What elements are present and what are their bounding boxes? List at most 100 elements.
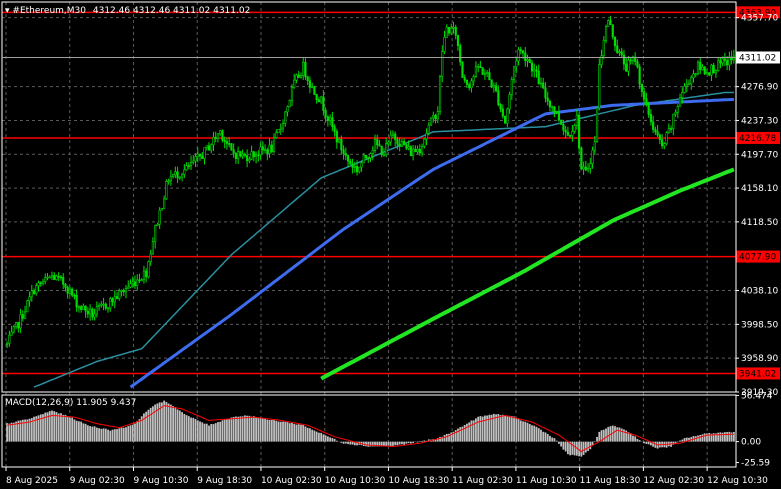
macd-histogram-bar — [104, 428, 107, 442]
candle-body — [645, 98, 648, 104]
candle-body — [243, 153, 246, 156]
candle-body — [160, 208, 163, 211]
candle-body — [530, 62, 534, 72]
candle-body — [544, 87, 547, 99]
horizontal-levels[interactable]: 4363.904216.784077.903941.02 — [2, 6, 780, 380]
candle-body — [429, 117, 433, 126]
macd-histogram-bar — [580, 441, 583, 457]
candle-body — [124, 288, 128, 293]
candle-body — [19, 314, 22, 329]
macd-histogram-bar — [593, 441, 596, 442]
candle-body — [638, 66, 641, 85]
macd-label: MACD(12,26,9) 11.905 9.437 — [5, 398, 136, 408]
candle-body — [286, 106, 289, 113]
macd-tick-label: -25.59 — [741, 459, 770, 469]
macd-histogram-bar — [199, 421, 201, 442]
candle-body — [311, 86, 314, 88]
x-tick-label: 9 Aug 02:30 — [70, 476, 125, 486]
macd-histogram-bar — [369, 441, 372, 447]
macd-histogram-bar — [196, 420, 199, 442]
candle-body — [91, 308, 94, 318]
candle-body — [284, 111, 287, 124]
candle-body — [17, 322, 20, 329]
candle-body — [474, 66, 478, 77]
candle-body — [548, 100, 552, 108]
candle-body — [41, 281, 45, 284]
axes: 4357.70 4276.90 4237.30 4197.70 4158.10 4118.… — [1, 1, 780, 486]
candle-body — [454, 26, 457, 36]
macd-histogram-bar — [313, 430, 316, 442]
candle-body — [607, 20, 610, 27]
candle-body — [59, 276, 63, 279]
macd-histogram-bar — [515, 417, 518, 442]
candle-body — [109, 298, 112, 309]
macd-histogram-bar — [383, 441, 385, 446]
candle-body — [68, 288, 72, 294]
macd-histogram-bar — [120, 427, 123, 442]
macd-histogram-bar — [553, 438, 556, 442]
candle-body — [687, 83, 691, 86]
price-tick-label: 4118.50 — [741, 218, 778, 228]
candle-body — [432, 115, 435, 119]
macd-histogram-bar — [100, 428, 103, 442]
price-tick-label: 4237.30 — [741, 116, 778, 126]
candle-body — [703, 66, 706, 75]
candle-body — [317, 99, 320, 103]
x-tick-label: 11 Aug 10:30 — [516, 476, 577, 486]
macd-histogram-bar — [537, 428, 540, 442]
macd-histogram-bar — [98, 428, 100, 442]
macd-histogram-bar — [726, 432, 729, 442]
macd-histogram-bar — [268, 420, 271, 442]
macd-histogram-bar — [423, 440, 426, 442]
candle-body — [62, 277, 65, 285]
macd-histogram-bar — [405, 441, 408, 444]
candle-body — [385, 143, 388, 156]
candle-body — [667, 128, 670, 133]
candle-body — [131, 281, 134, 285]
macd-histogram-bar — [522, 421, 524, 442]
macd-histogram-bar — [409, 441, 412, 444]
macd-histogram-bar — [203, 423, 206, 442]
macd-histogram-bar — [418, 441, 421, 442]
candle-body — [447, 26, 451, 34]
candle-body — [683, 85, 686, 93]
candle-body — [721, 58, 724, 64]
candle-body — [499, 104, 502, 110]
candle-body — [205, 145, 208, 148]
candle-body — [562, 124, 565, 131]
macd-histogram-bar — [145, 411, 148, 442]
candle-body — [717, 60, 720, 72]
candle-body — [106, 307, 110, 310]
candle-body — [46, 276, 49, 279]
candle-body — [643, 91, 646, 99]
macd-histogram-bar — [259, 418, 262, 442]
candle-body — [315, 93, 318, 101]
candle-body — [55, 275, 58, 280]
macd-histogram-bar — [349, 441, 352, 445]
candle-body — [118, 290, 121, 299]
candle-body — [266, 149, 269, 154]
candle-body — [425, 133, 428, 140]
macd-histogram-bar — [214, 423, 217, 442]
candle-body — [501, 108, 504, 117]
macd-histogram-bar — [201, 422, 204, 442]
candle-body — [136, 279, 139, 286]
candle-body — [187, 165, 190, 167]
candle-body — [560, 119, 563, 125]
candle-body — [573, 125, 576, 132]
macd-histogram-bar — [320, 432, 323, 442]
macd-histogram-bar — [703, 433, 706, 442]
macd-histogram-bar — [250, 416, 253, 442]
macd-histogram-bar — [457, 428, 459, 442]
macd-histogram-bar — [78, 421, 80, 442]
macd-histogram-bar — [286, 422, 289, 442]
candle-body — [225, 141, 229, 144]
macd-histogram-bar — [277, 421, 280, 442]
candle-body — [676, 106, 679, 113]
macd-histogram-bar — [416, 441, 419, 443]
macd-histogram-bar — [69, 417, 71, 442]
macd-histogram-bar — [513, 416, 515, 442]
candle-body — [44, 277, 47, 283]
candle-body — [174, 171, 177, 176]
candle-body — [663, 143, 666, 147]
